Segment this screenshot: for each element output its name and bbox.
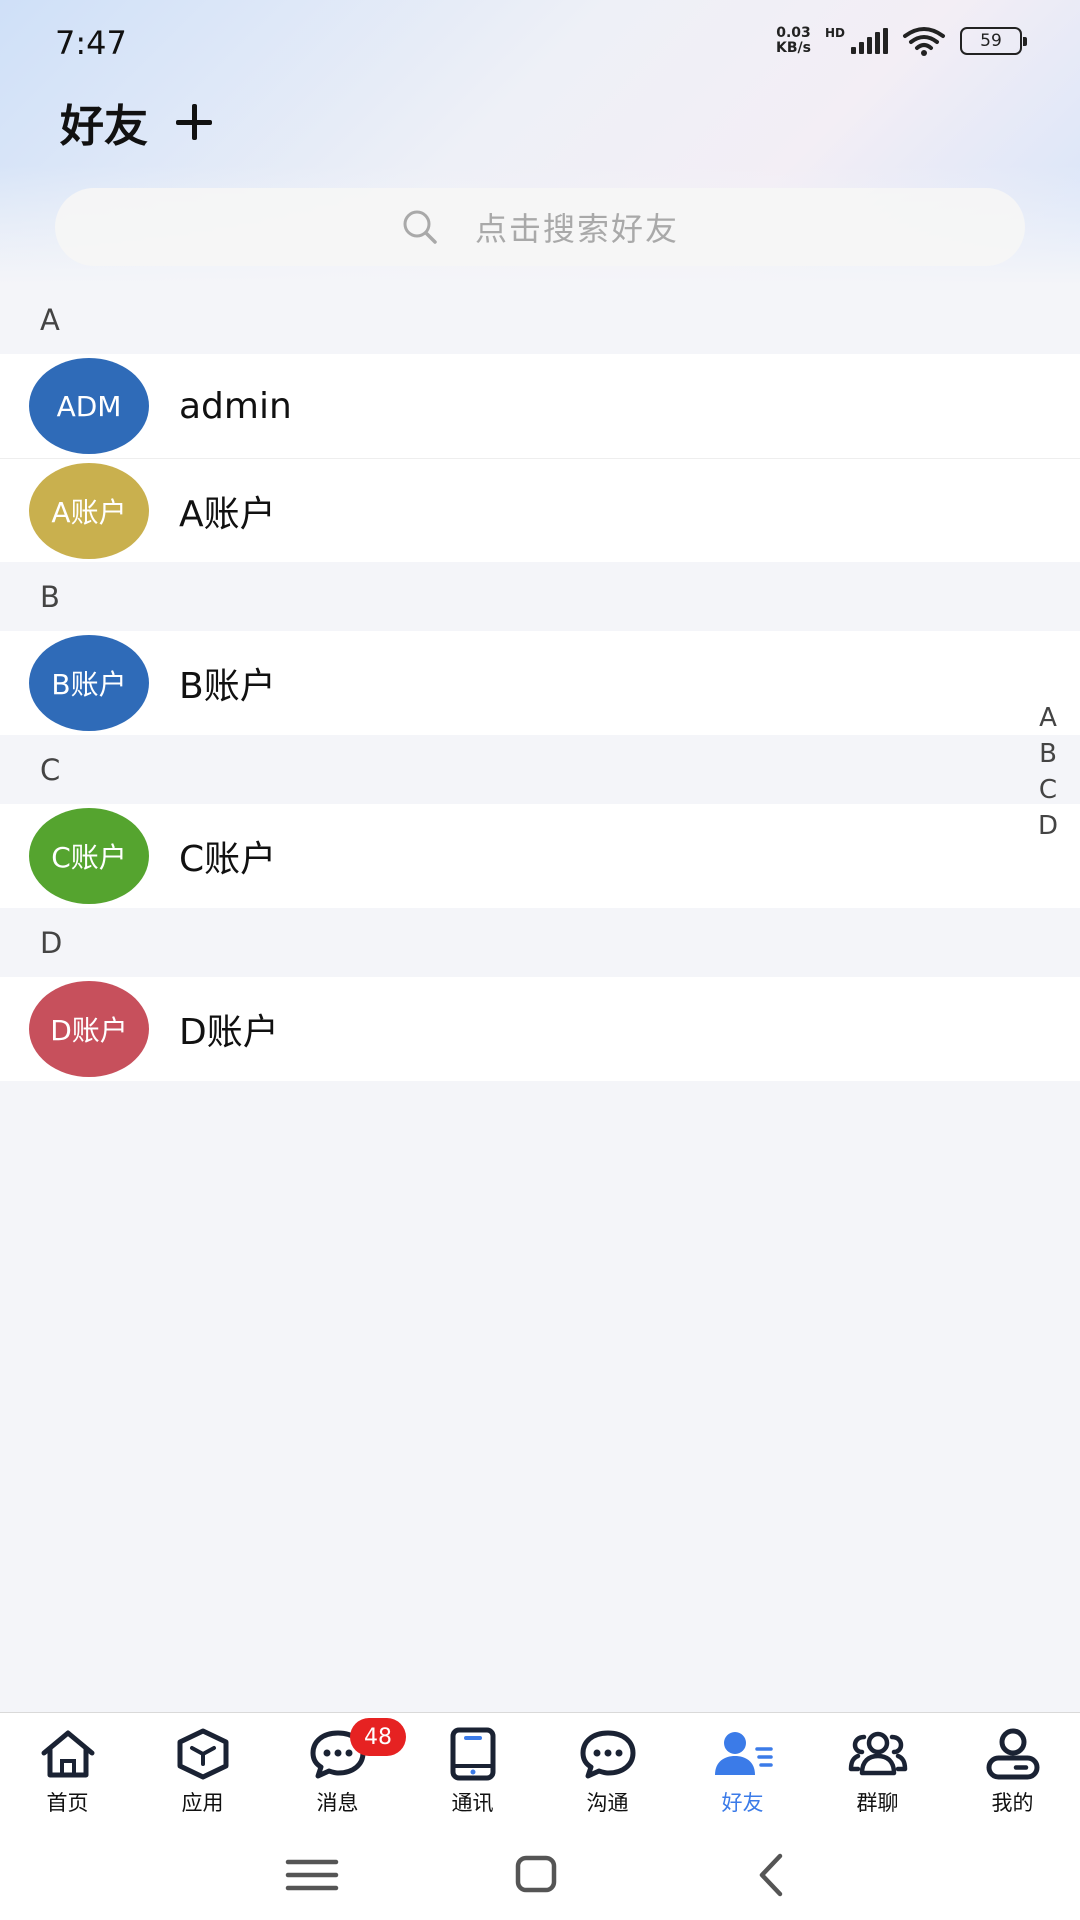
tab-chat[interactable]: 沟通 <box>540 1713 675 1830</box>
avatar: A账户 <box>29 462 149 559</box>
avatar: ADM <box>29 358 149 454</box>
battery-icon: 59 <box>960 27 1027 55</box>
status-bar: 7:47 0.03 KB/s HD 59 <box>0 0 1080 90</box>
tab-messages[interactable]: 48 消息 <box>270 1713 406 1830</box>
page-title: 好友 <box>60 101 148 152</box>
alphabet-index[interactable]: A B C D <box>1038 700 1058 844</box>
bottom-tab-bar: 首页 应用 48 消息 通讯 沟通 好友 群聊 我的 <box>0 1712 1080 1830</box>
profile-icon <box>982 1725 1044 1783</box>
signal-icon <box>851 28 888 54</box>
contact-name: B账户 <box>179 666 276 707</box>
phone-icon <box>442 1725 504 1783</box>
tab-contacts[interactable]: 通讯 <box>405 1713 540 1830</box>
group-icon <box>847 1725 909 1783</box>
section-header-c: C <box>0 735 1080 804</box>
tab-label: 我的 <box>991 1791 1034 1815</box>
section-header-d: D <box>0 908 1080 977</box>
tab-friends[interactable]: 好友 <box>675 1713 810 1830</box>
contact-row[interactable]: C账户 C账户 <box>0 804 1080 908</box>
contact-name: admin <box>179 385 292 427</box>
tab-group-chat[interactable]: 群聊 <box>810 1713 945 1830</box>
tab-label: 群聊 <box>856 1791 899 1815</box>
home-icon <box>37 1725 99 1783</box>
status-icons: 0.03 KB/s HD 59 <box>776 26 1027 56</box>
hd-label: HD <box>824 26 845 40</box>
avatar: B账户 <box>29 635 149 731</box>
tab-apps[interactable]: 应用 <box>135 1713 270 1830</box>
home-square-icon[interactable] <box>506 1850 566 1900</box>
network-speed-unit: KB/s <box>776 40 811 56</box>
avatar: C账户 <box>29 808 149 904</box>
contact-row[interactable]: B账户 B账户 <box>0 631 1080 735</box>
section-header-a: A <box>0 285 1080 354</box>
avatar: D账户 <box>29 981 149 1077</box>
index-letter-a[interactable]: A <box>1039 700 1057 736</box>
contact-row[interactable]: D账户 D账户 <box>0 977 1080 1081</box>
battery-level: 59 <box>980 31 1002 51</box>
chat-icon <box>577 1725 639 1783</box>
search-icon <box>403 210 437 244</box>
wifi-icon <box>903 27 945 56</box>
cube-icon <box>172 1725 234 1783</box>
network-speed: 0.03 KB/s <box>776 26 811 56</box>
network-speed-value: 0.03 <box>776 25 811 41</box>
contact-name: A账户 <box>179 493 276 535</box>
unread-badge: 48 <box>350 1718 406 1756</box>
contact-name: D账户 <box>179 1012 279 1053</box>
friends-icon <box>712 1725 774 1783</box>
tab-label: 应用 <box>181 1791 224 1815</box>
contact-name: C账户 <box>179 839 277 880</box>
system-navigation-bar <box>0 1830 1080 1920</box>
tab-home[interactable]: 首页 <box>0 1713 135 1830</box>
index-letter-b[interactable]: B <box>1039 736 1057 772</box>
back-icon[interactable] <box>742 1850 802 1900</box>
tab-label: 好友 <box>721 1791 764 1815</box>
tab-label: 通讯 <box>451 1791 494 1815</box>
index-letter-c[interactable]: C <box>1039 772 1057 808</box>
search-placeholder: 点击搜索好友 <box>474 210 679 248</box>
section-header-b: B <box>0 562 1080 631</box>
add-friend-button[interactable] <box>172 100 216 144</box>
title-row: 好友 <box>60 90 216 154</box>
friend-list: A ADM admin A账户 A账户 B B账户 B账户 C C账户 C账户 … <box>0 285 1080 1081</box>
tab-label: 首页 <box>46 1791 89 1815</box>
tab-profile[interactable]: 我的 <box>945 1713 1080 1830</box>
tab-label: 沟通 <box>586 1791 629 1815</box>
index-letter-d[interactable]: D <box>1038 808 1058 844</box>
contact-row[interactable]: ADM admin <box>0 354 1080 458</box>
contact-row[interactable]: A账户 A账户 <box>0 458 1080 562</box>
status-time: 7:47 <box>55 24 127 62</box>
tab-label: 消息 <box>316 1791 359 1815</box>
menu-icon[interactable] <box>282 1850 342 1900</box>
search-bar[interactable]: 点击搜索好友 <box>55 188 1025 266</box>
